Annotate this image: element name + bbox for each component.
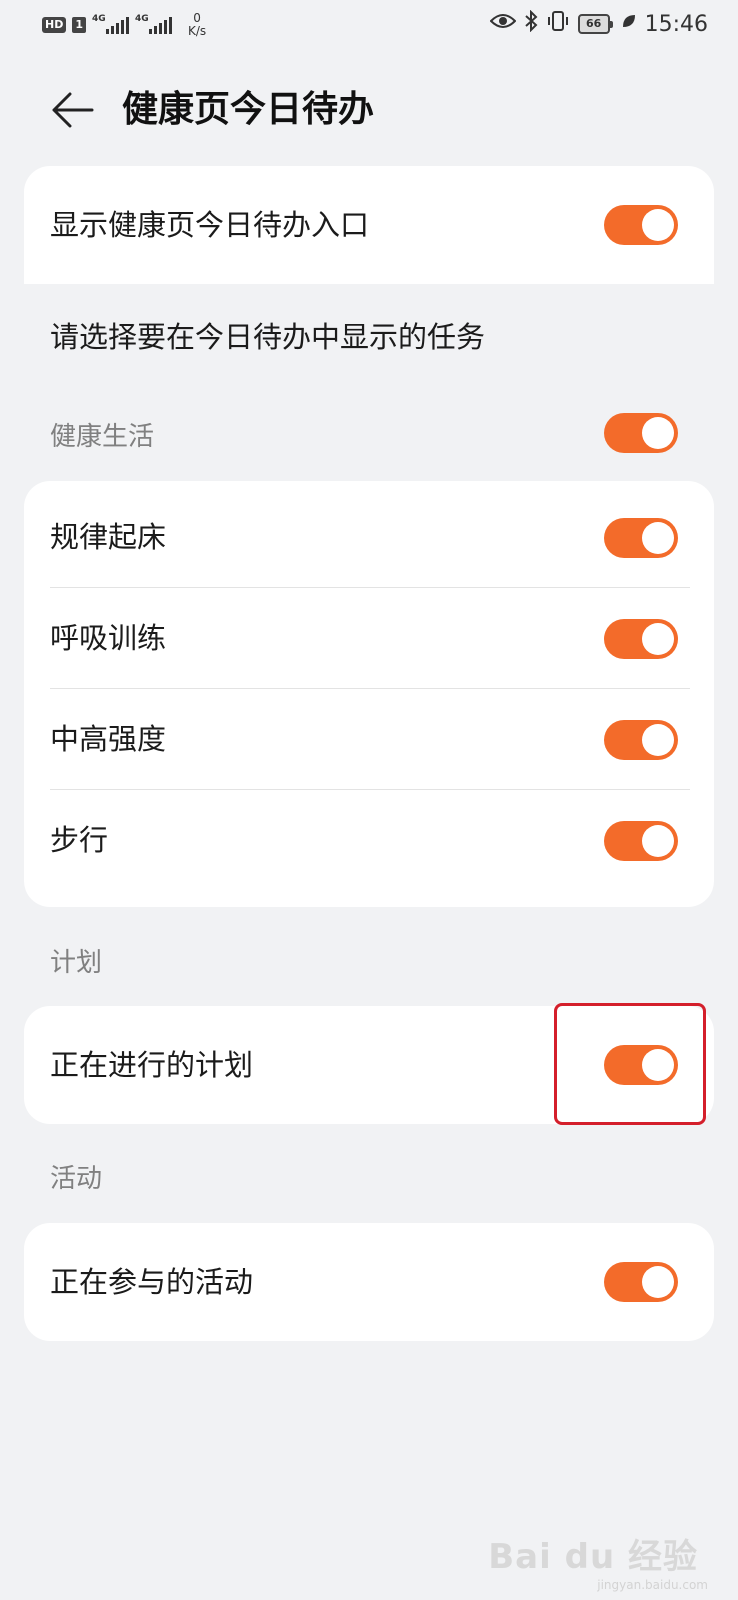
signal-icon-1: 4G — [92, 14, 129, 34]
item-label: 正在参与的活动 — [50, 1265, 254, 1299]
status-bar: HD 1 4G 4G 0 K/s 66 15:46 — [0, 0, 738, 52]
status-left: HD 1 4G 4G 0 K/s — [42, 12, 206, 38]
item-label: 正在进行的计划 — [50, 1048, 254, 1082]
item-toggle[interactable] — [604, 719, 678, 760]
watermark-logo: Bai du 经验 — [488, 1537, 698, 1577]
back-button[interactable] — [46, 86, 98, 134]
highlight-box — [554, 1003, 706, 1125]
entry-label: 显示健康页今日待办入口 — [50, 208, 370, 242]
list-item[interactable]: 步行 — [24, 790, 714, 891]
battery-icon: 66 — [577, 14, 613, 34]
item-toggle[interactable] — [604, 517, 678, 558]
health-section-toggle[interactable] — [604, 413, 678, 453]
page-header: 健康页今日待办 — [0, 78, 738, 142]
item-label: 呼吸训练 — [50, 621, 167, 655]
battery-level: 66 — [577, 14, 610, 34]
bluetooth-icon — [524, 9, 538, 38]
watermark-url: jingyan.baidu.com — [597, 1578, 708, 1592]
hd-badge: HD — [42, 17, 67, 33]
activity-card: 正在参与的活动 — [24, 1223, 714, 1341]
select-prompt: 请选择要在今日待办中显示的任务 — [50, 320, 486, 354]
list-item[interactable]: 呼吸训练 — [24, 588, 714, 689]
entry-toggle[interactable] — [604, 205, 678, 245]
list-item[interactable]: 规律起床 — [24, 487, 714, 588]
leaf-icon — [621, 13, 637, 35]
vibrate-icon — [546, 10, 570, 38]
item-label: 步行 — [50, 823, 109, 857]
item-toggle[interactable] — [604, 820, 678, 861]
status-right: 66 15:46 — [489, 9, 708, 38]
clock: 15:46 — [644, 11, 708, 37]
signal-2-label: 4G — [135, 14, 149, 24]
network-speed: 0 K/s — [188, 12, 206, 38]
signal-1-label: 4G — [92, 14, 106, 24]
sim-badge: 1 — [72, 17, 86, 33]
signal-icon-2: 4G — [135, 14, 172, 34]
entry-row[interactable]: 显示健康页今日待办入口 — [24, 166, 714, 284]
plan-section-label: 计划 — [50, 948, 103, 978]
item-label: 规律起床 — [50, 520, 167, 554]
speed-unit: K/s — [188, 24, 207, 38]
list-item[interactable]: 中高强度 — [24, 689, 714, 790]
activity-toggle[interactable] — [604, 1262, 678, 1302]
health-section-label: 健康生活 — [50, 422, 155, 452]
arrow-left-icon — [52, 92, 94, 128]
activity-section-label: 活动 — [50, 1164, 103, 1194]
eye-icon — [489, 12, 517, 36]
entry-card: 显示健康页今日待办入口 — [24, 166, 714, 284]
list-item[interactable]: 正在参与的活动 — [24, 1223, 714, 1341]
health-items-card: 规律起床 呼吸训练 中高强度 步行 — [24, 481, 714, 907]
item-toggle[interactable] — [604, 618, 678, 659]
page-title: 健康页今日待办 — [122, 89, 375, 130]
item-label: 中高强度 — [50, 722, 167, 756]
